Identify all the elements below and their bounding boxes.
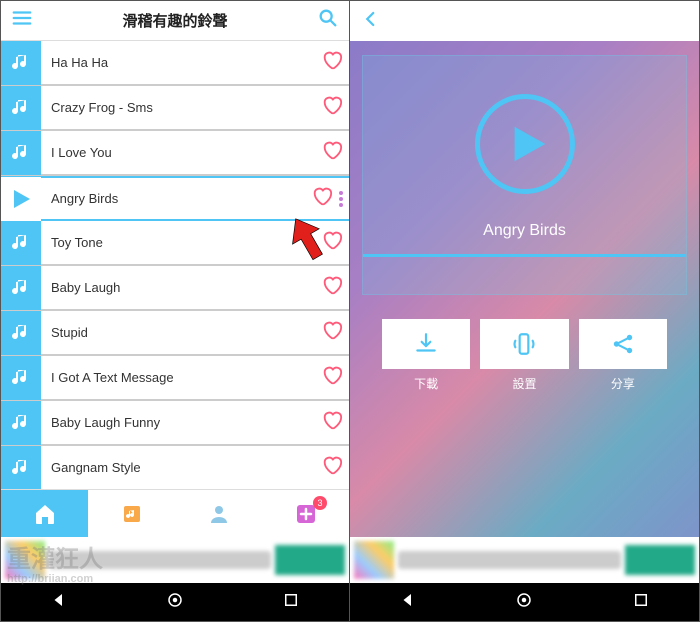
nav-home[interactable] [1,490,88,537]
list-item[interactable]: Ha Ha Ha [1,41,349,86]
list-item[interactable]: Baby Laugh [1,266,349,311]
set-label: 設置 [512,375,536,392]
list-item[interactable]: Gangnam Style [1,446,349,489]
download-action[interactable]: 下載 [382,319,470,392]
android-back-icon[interactable] [50,591,68,614]
music-note-icon[interactable] [1,311,41,355]
play-icon[interactable] [1,177,41,221]
list-item[interactable]: Toy Tone [1,221,349,266]
action-row: 下載 設置 分享 [362,319,687,392]
favorite-icon[interactable] [321,139,349,166]
ad-banner[interactable] [350,537,699,583]
ringtone-label: I Love You [51,145,321,160]
favorite-icon[interactable] [311,185,339,212]
ringtone-list: Ha Ha Ha Crazy Frog - Sms I Love You Angry … [1,41,349,489]
ringtone-label: Crazy Frog - Sms [51,100,321,115]
list-item[interactable]: Stupid [1,311,349,356]
play-button[interactable] [475,94,575,194]
more-icon[interactable] [339,191,343,207]
download-label: 下載 [414,375,438,392]
android-back-icon[interactable] [399,591,417,614]
ad-banner[interactable] [1,537,349,583]
favorite-icon[interactable] [321,364,349,391]
music-note-icon[interactable] [1,221,41,265]
android-nav [350,583,699,621]
ringtone-label: I Got A Text Message [51,370,321,385]
list-item[interactable]: Angry Birds [1,176,349,221]
favorite-icon[interactable] [321,229,349,256]
progress-bar[interactable] [363,254,686,257]
favorite-icon[interactable] [321,319,349,346]
list-item[interactable]: I Got A Text Message [1,356,349,401]
player-area: Angry Birds 下載 設置 分享 [350,41,699,537]
ringtone-label: Baby Laugh Funny [51,415,321,430]
share-label: 分享 [611,375,635,392]
music-note-icon[interactable] [1,41,41,85]
music-note-icon[interactable] [1,446,41,490]
list-screen: 滑稽有趣的鈴聲 Ha Ha Ha Crazy Frog - Sms I Love Y… [1,1,350,621]
nav-profile[interactable] [175,490,262,537]
bottom-nav: 3 [1,489,349,537]
android-recent-icon[interactable] [282,591,300,614]
list-item[interactable]: I Love You [1,131,349,176]
back-icon[interactable] [362,10,380,33]
player-card: Angry Birds [362,55,687,295]
nav-add[interactable]: 3 [262,490,349,537]
android-nav [1,583,349,621]
ringtone-label: Gangnam Style [51,460,321,475]
search-icon[interactable] [317,7,339,34]
left-header: 滑稽有趣的鈴聲 [1,1,349,41]
ringtone-label: Stupid [51,325,321,340]
page-title: 滑稽有趣的鈴聲 [122,10,227,31]
ringtone-label: Ha Ha Ha [51,55,321,70]
favorite-icon[interactable] [321,49,349,76]
favorite-icon[interactable] [321,274,349,301]
favorite-icon[interactable] [321,409,349,436]
menu-icon[interactable] [11,7,33,34]
nav-library[interactable] [88,490,175,537]
list-item[interactable]: Baby Laugh Funny [1,401,349,446]
ringtone-label: Baby Laugh [51,280,321,295]
android-recent-icon[interactable] [632,591,650,614]
favorite-icon[interactable] [321,94,349,121]
ringtone-label: Toy Tone [51,235,321,250]
music-note-icon[interactable] [1,401,41,445]
player-screen: Angry Birds 下載 設置 分享 [350,1,699,621]
favorite-icon[interactable] [321,454,349,481]
nav-badge: 3 [313,496,327,510]
music-note-icon[interactable] [1,266,41,310]
android-home-icon[interactable] [166,591,184,614]
ringtone-label: Angry Birds [51,191,311,206]
music-note-icon[interactable] [1,356,41,400]
share-action[interactable]: 分享 [579,319,667,392]
track-title: Angry Birds [483,222,566,240]
right-header [350,1,699,41]
music-note-icon[interactable] [1,86,41,130]
music-note-icon[interactable] [1,131,41,175]
set-ringtone-action[interactable]: 設置 [480,319,568,392]
list-item[interactable]: Crazy Frog - Sms [1,86,349,131]
android-home-icon[interactable] [515,591,533,614]
